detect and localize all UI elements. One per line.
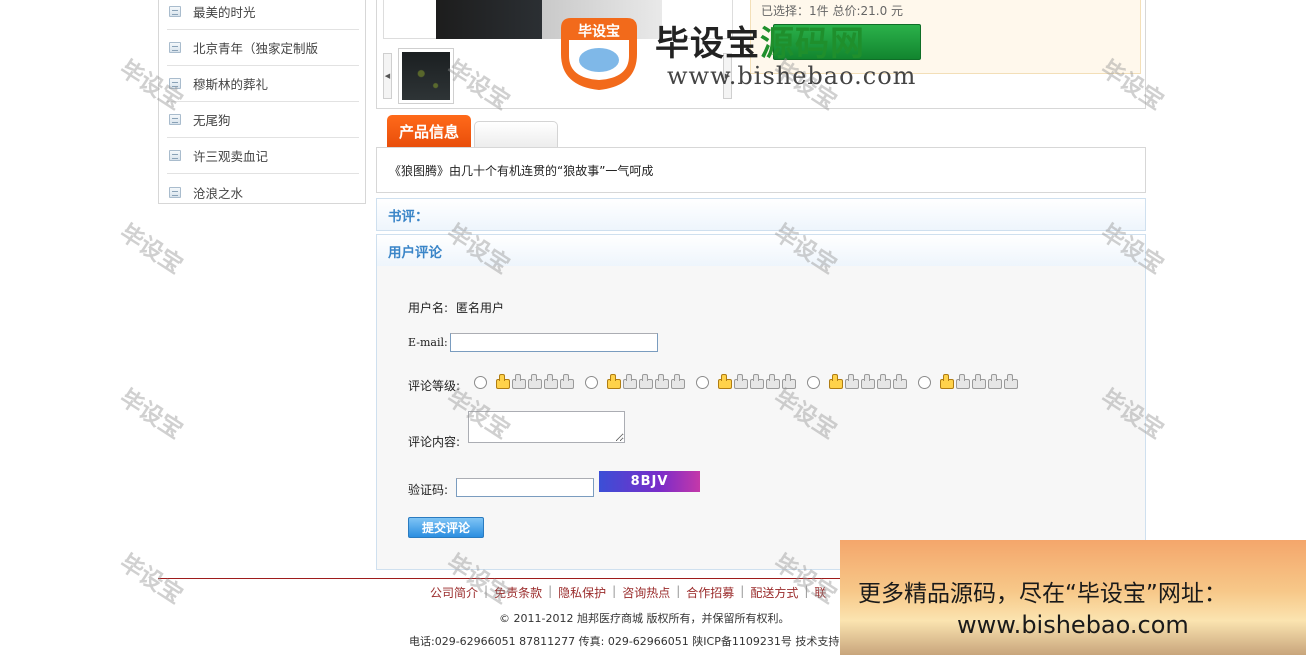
footer-link-disclaimer[interactable]: 免责条款 xyxy=(494,584,542,601)
sidebar-item[interactable]: 无尾狗 xyxy=(167,102,359,138)
review-section-title: 书评： xyxy=(376,198,1146,231)
thumb-up-icon xyxy=(892,374,907,389)
cover-image-light xyxy=(542,0,662,39)
thumb-up-icon xyxy=(1003,374,1018,389)
thumb-up-icon xyxy=(733,374,748,389)
thumb-up-icon xyxy=(527,374,542,389)
thumb-up-icon xyxy=(987,374,1002,389)
thumb-up-icon xyxy=(495,374,510,389)
buy-button[interactable] xyxy=(773,24,921,60)
sidebar-item-label: 许三观卖血记 xyxy=(193,149,269,164)
comments-section-title: 用户评论 xyxy=(376,234,1146,267)
thumb-prev-arrow[interactable]: ◀ xyxy=(383,53,392,99)
footer-link-about[interactable]: 公司简介 xyxy=(430,584,478,601)
book-icon xyxy=(169,78,181,89)
rating-thumbs-3 xyxy=(717,374,796,389)
captcha-input[interactable] xyxy=(456,478,594,497)
order-panel: 已选择：1件 总价:21.0 元 xyxy=(750,0,1141,74)
rating-radio-5[interactable] xyxy=(918,376,931,389)
username-value: 匿名用户 xyxy=(456,301,505,315)
book-icon xyxy=(169,114,181,125)
watermark: 毕设宝 xyxy=(114,549,187,610)
thumb-next-arrow[interactable]: ▶ xyxy=(723,53,732,99)
thumb-up-icon xyxy=(971,374,986,389)
sidebar-item[interactable]: 许三观卖血记 xyxy=(167,138,359,174)
product-description: 《狼图腾》由几十个有机连贯的“狼故事”一气呵成 xyxy=(376,147,1146,193)
product-main-image[interactable] xyxy=(383,0,733,39)
thumb-up-icon xyxy=(860,374,875,389)
promo-banner[interactable]: 更多精品源码，尽在“毕设宝”网址： www.bishebao.com xyxy=(840,540,1306,655)
book-icon xyxy=(169,186,181,198)
rating-radio-3[interactable] xyxy=(696,376,709,389)
rating-thumbs-5 xyxy=(939,374,1018,389)
footer-link-hotline[interactable]: 咨询热点 xyxy=(622,584,670,601)
thumb-up-icon xyxy=(765,374,780,389)
content-label: 评论内容: xyxy=(408,435,461,449)
thumb-up-icon xyxy=(511,374,526,389)
footer-copyright: © 2011-2012 旭邦医疗商城 版权所有，并保留所有权利。 xyxy=(499,612,790,625)
thumb-up-icon xyxy=(670,374,685,389)
captcha-image[interactable]: 8BJV xyxy=(599,471,700,492)
sidebar-item-label: 最美的时光 xyxy=(193,5,256,20)
thumb-up-icon xyxy=(828,374,843,389)
username-label: 用户名: xyxy=(408,301,449,315)
thumb-up-icon xyxy=(654,374,669,389)
footer-links: 公司简介 | 免责条款 | 隐私保护 | 咨询热点 | 合作招募 | 配送方式 | 联 xyxy=(430,584,827,601)
tab-secondary[interactable] xyxy=(474,121,558,148)
rating-thumbs-4 xyxy=(828,374,907,389)
thumb-up-icon xyxy=(844,374,859,389)
footer-link-privacy[interactable]: 隐私保护 xyxy=(558,584,606,601)
sidebar-item-label: 沧浪之水 xyxy=(193,185,244,201)
sidebar-item-label: 无尾狗 xyxy=(193,113,231,128)
rating-radio-1[interactable] xyxy=(474,376,487,389)
thumb-up-icon xyxy=(638,374,653,389)
thumb-up-icon xyxy=(543,374,558,389)
book-icon xyxy=(169,42,181,53)
promo-url: www.bishebao.com xyxy=(957,611,1189,639)
book-icon xyxy=(169,150,181,161)
email-label: E-mail: xyxy=(408,336,448,349)
product-panel: ◀ ▶ 已选择：1件 总价:21.0 元 xyxy=(376,0,1146,109)
rating-radio-4[interactable] xyxy=(807,376,820,389)
footer-link-recruit[interactable]: 合作招募 xyxy=(686,584,734,601)
watermark: 毕设宝 xyxy=(114,219,187,280)
book-icon xyxy=(169,6,181,17)
cover-image-dark xyxy=(436,0,542,39)
email-field[interactable] xyxy=(450,333,658,352)
tab-product-info[interactable]: 产品信息 xyxy=(387,115,471,148)
category-sidebar: 最美的时光 北京青年（独家定制版 穆斯林的葬礼 无尾狗 许三观卖血记 沧浪之水 xyxy=(158,0,366,204)
rating-radio-2[interactable] xyxy=(585,376,598,389)
thumb-up-icon xyxy=(955,374,970,389)
sidebar-item-label: 北京青年（独家定制版 xyxy=(193,41,319,56)
thumb-up-icon xyxy=(939,374,954,389)
comment-content-textarea[interactable] xyxy=(468,411,625,443)
footer-link-delivery[interactable]: 配送方式 xyxy=(750,584,798,601)
thumb-up-icon xyxy=(606,374,621,389)
footer-link-contact[interactable]: 联 xyxy=(814,584,826,601)
sidebar-item-label: 穆斯林的葬礼 xyxy=(193,77,269,92)
thumb-up-icon xyxy=(876,374,891,389)
captcha-label: 验证码: xyxy=(408,483,449,497)
thumb-up-icon xyxy=(749,374,764,389)
comment-form: 用户名: 匿名用户 E-mail: 评论等级: 评论内容: 验证码: 8BJV … xyxy=(376,266,1146,570)
watermark: 毕设宝 xyxy=(114,384,187,445)
sidebar-item[interactable]: 穆斯林的葬礼 xyxy=(167,66,359,102)
submit-comment-button[interactable]: 提交评论 xyxy=(408,517,484,538)
thumb-up-icon xyxy=(717,374,732,389)
thumb-up-icon xyxy=(622,374,637,389)
rating-thumbs-2 xyxy=(606,374,685,389)
thumb-up-icon xyxy=(781,374,796,389)
sidebar-item[interactable]: 北京青年（独家定制版 xyxy=(167,30,359,66)
promo-line-1: 更多精品源码，尽在“毕设宝”网址： xyxy=(858,581,1227,607)
rating-label: 评论等级: xyxy=(408,379,461,393)
sidebar-item[interactable]: 最美的时光 xyxy=(167,0,359,30)
product-thumbnail[interactable] xyxy=(398,48,454,104)
sidebar-item[interactable]: 沧浪之水 xyxy=(167,174,359,210)
order-summary: 已选择：1件 总价:21.0 元 xyxy=(761,4,904,18)
footer-contact: 电话:029-62966051 87811277 传真: 029-6296605… xyxy=(409,635,844,648)
thumb-up-icon xyxy=(559,374,574,389)
rating-thumbs-1 xyxy=(495,374,574,389)
thumbnail-image xyxy=(402,52,450,100)
